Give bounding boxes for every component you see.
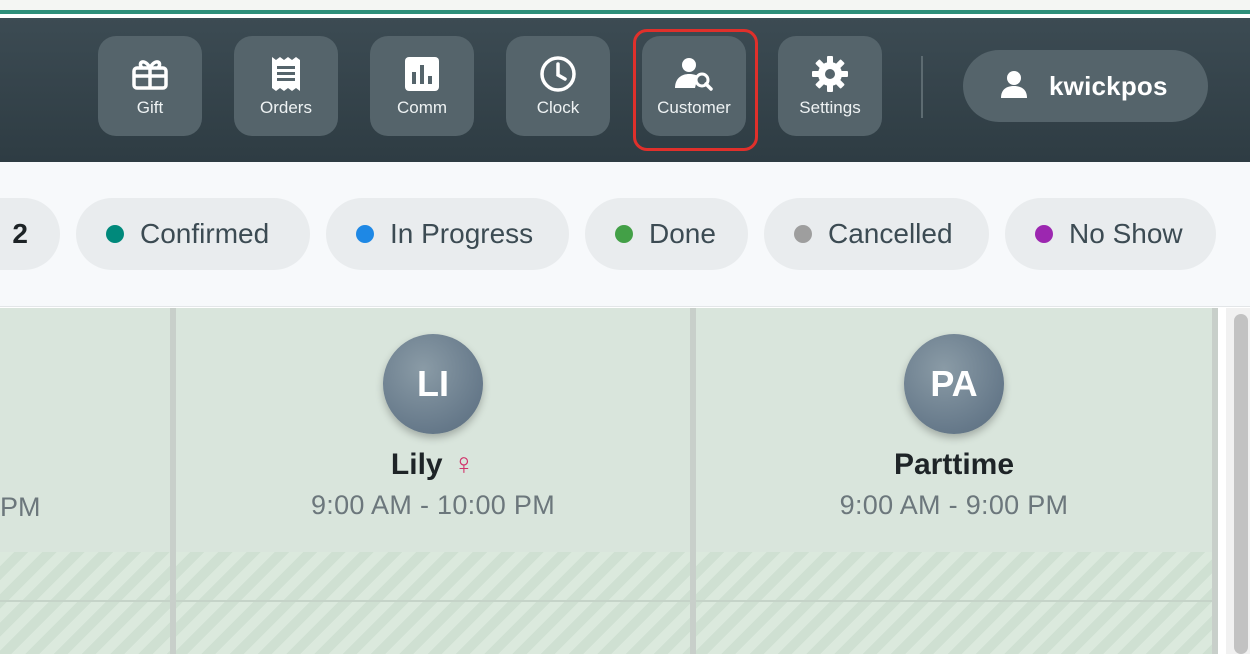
user-account-button[interactable]: kwickpos [963,50,1208,122]
comm-label: Comm [396,98,448,117]
comm-button[interactable]: Comm [370,36,474,136]
status-filter-bar: 2 Confirmed In Progress Done Cancelled N… [0,162,1250,307]
status-dot-cancelled [794,225,812,243]
schedule-grid[interactable] [176,552,690,654]
staff-name-text: Parttime [893,448,1015,481]
column-separator [1212,308,1218,654]
staff-hours: PM [0,492,41,522]
grid-row-line [0,600,170,602]
status-chip-in-progress[interactable]: In Progress [326,198,569,270]
status-chip-done[interactable]: Done [585,198,748,270]
status-label-in-progress: In Progress [390,218,534,249]
staff-column-lily: LI Lily ♀ 9:00 AM - 10:00 PM [176,308,690,654]
staff-column-header: PM [0,308,170,552]
staff-column-partial: PM [0,308,170,654]
bar-chart-icon [402,54,442,94]
staff-column-parttime: PA Parttime 9:00 AM - 9:00 PM [696,308,1212,654]
grid-row-line [176,600,690,602]
schedule-grid[interactable] [0,552,170,654]
grid-row-line [696,600,1212,602]
gift-icon [130,54,170,94]
settings-button[interactable]: Settings [778,36,882,136]
schedule-grid[interactable] [696,552,1212,654]
orders-button[interactable]: Orders [234,36,338,136]
user-search-icon [674,54,714,94]
toolbar-divider [921,56,923,118]
customer-label: Customer [657,98,731,117]
staff-hours: 9:00 AM - 9:00 PM [839,490,1069,520]
gift-label: Gift [136,98,164,117]
staff-hours: 9:00 AM - 10:00 PM [310,490,556,520]
status-label-no-show: No Show [1069,218,1183,249]
staff-schedule-columns: PM LI Lily ♀ 9:00 AM - 10:00 PM PA Partt… [0,308,1226,654]
staff-name: Parttime [894,448,1014,482]
avatar: LI [383,334,483,434]
avatar-initials: PA [930,363,978,404]
top-toolbar: Gift Orders Comm Clock Customer Settings… [0,18,1250,162]
top-accent-strip [0,0,1250,14]
gear-icon [810,54,850,94]
staff-column-header[interactable]: LI Lily ♀ 9:00 AM - 10:00 PM [176,308,690,552]
status-label-cancelled: Cancelled [828,218,953,249]
avatar: PA [904,334,1004,434]
status-dot-no-show [1035,225,1053,243]
status-chip-confirmed[interactable]: Confirmed [76,198,310,270]
vertical-scrollbar-thumb[interactable] [1234,314,1248,654]
status-dot-confirmed [106,225,124,243]
status-chip-cancelled[interactable]: Cancelled [764,198,989,270]
status-count-chip[interactable]: 2 [0,198,60,270]
receipt-icon [266,54,306,94]
customer-button[interactable]: Customer [642,36,746,136]
status-dot-in-progress [356,225,374,243]
clock-button[interactable]: Clock [506,36,610,136]
staff-name: Lily ♀ [391,448,475,482]
user-icon [999,69,1029,104]
female-icon: ♀ [452,448,476,481]
clock-label: Clock [536,98,580,117]
status-label-confirmed: Confirmed [140,218,270,249]
status-count: 2 [12,218,28,249]
user-name: kwickpos [1049,70,1168,101]
gift-button[interactable]: Gift [98,36,202,136]
status-label-done: Done [649,218,716,249]
clock-icon [538,54,578,94]
status-chip-no-show[interactable]: No Show [1005,198,1216,270]
orders-label: Orders [260,98,312,117]
status-dot-done [615,225,633,243]
avatar-initials: LI [417,363,449,404]
settings-label: Settings [799,98,861,117]
staff-name-text: Lily [390,448,443,481]
staff-column-header[interactable]: PA Parttime 9:00 AM - 9:00 PM [696,308,1212,552]
